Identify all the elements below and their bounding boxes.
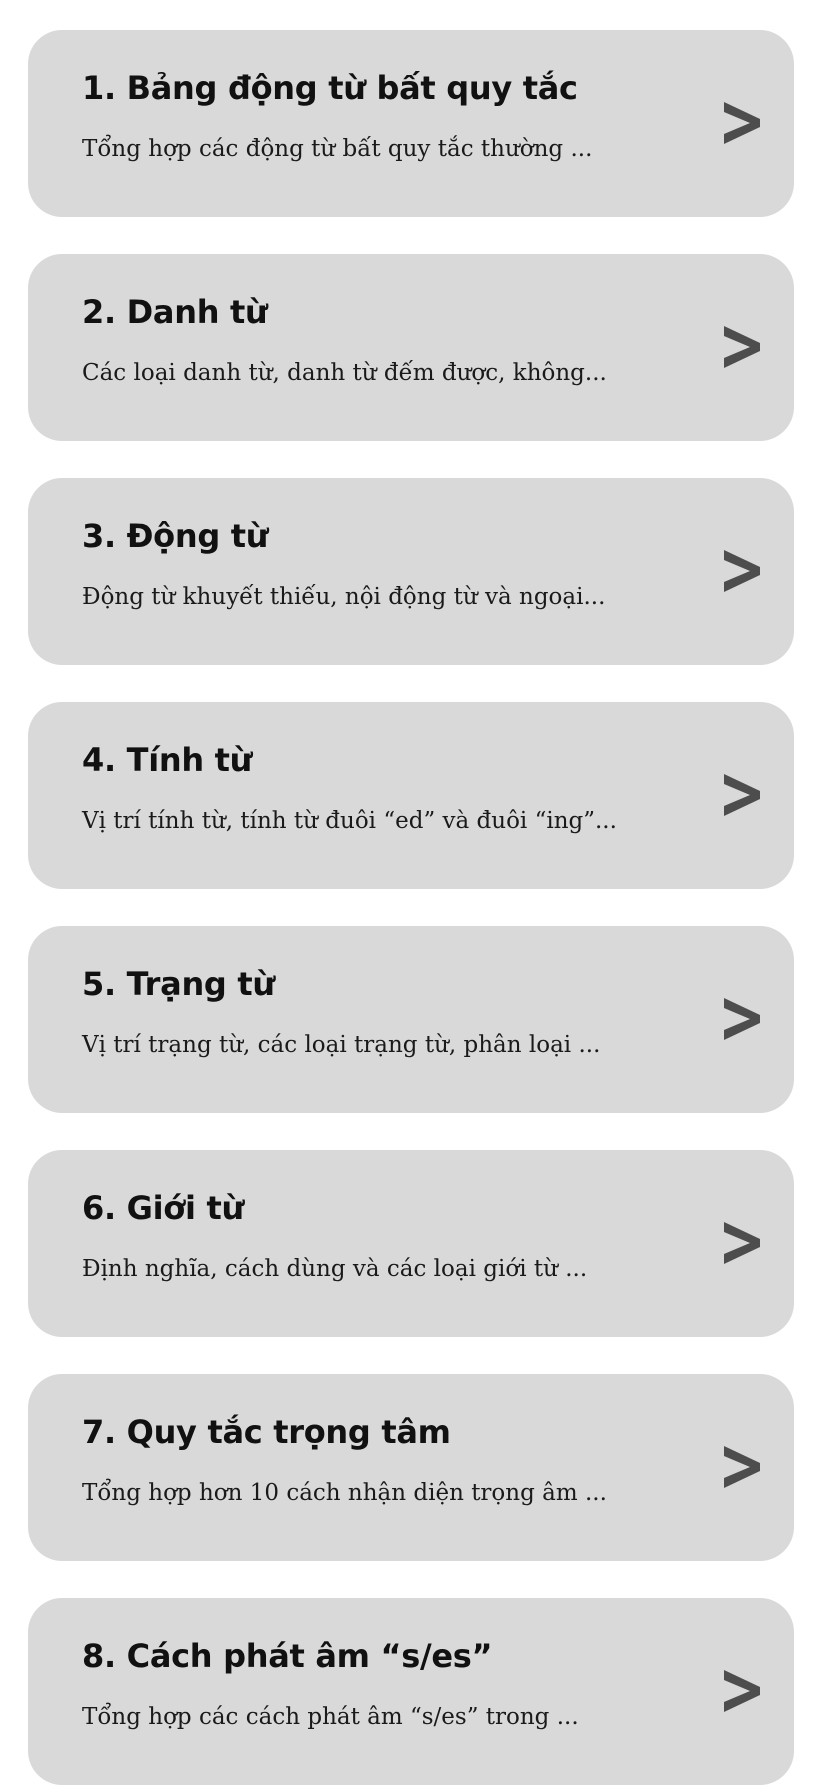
lesson-card-5[interactable]: 5. Trạng từ Vị trí trạng từ, các loại tr… — [28, 926, 794, 1113]
lesson-title: 5. Trạng từ — [82, 965, 275, 1003]
chevron-right-icon[interactable] — [720, 546, 764, 596]
lesson-description: Tổng hợp hơn 10 cách nhận diện trọng âm … — [82, 1480, 607, 1506]
lesson-description: Vị trí trạng từ, các loại trạng từ, phân… — [82, 1032, 601, 1058]
lesson-description: Tổng hợp các cách phát âm “s/es” trong .… — [82, 1704, 579, 1730]
lesson-list: 1. Bảng động từ bất quy tắc Tổng hợp các… — [0, 0, 824, 1785]
lesson-description: Vị trí tính từ, tính từ đuôi “ed” và đuô… — [82, 808, 617, 834]
lesson-card-1[interactable]: 1. Bảng động từ bất quy tắc Tổng hợp các… — [28, 30, 794, 217]
lesson-card-3[interactable]: 3. Động từ Động từ khuyết thiếu, nội độn… — [28, 478, 794, 665]
lesson-card-8[interactable]: 8. Cách phát âm “s/es” Tổng hợp các cách… — [28, 1598, 794, 1785]
chevron-right-icon[interactable] — [720, 98, 764, 148]
lesson-title: 8. Cách phát âm “s/es” — [82, 1637, 493, 1675]
lesson-description: Định nghĩa, cách dùng và các loại giới t… — [82, 1256, 588, 1282]
lesson-title: 3. Động từ — [82, 517, 269, 555]
chevron-right-icon[interactable] — [720, 770, 764, 820]
lesson-title: 7. Quy tắc trọng tâm — [82, 1413, 451, 1451]
chevron-right-icon[interactable] — [720, 994, 764, 1044]
lesson-card-4[interactable]: 4. Tính từ Vị trí tính từ, tính từ đuôi … — [28, 702, 794, 889]
lesson-description: Động từ khuyết thiếu, nội động từ và ngo… — [82, 584, 606, 610]
lesson-title: 2. Danh từ — [82, 293, 268, 331]
lesson-description: Tổng hợp các động từ bất quy tắc thường … — [82, 136, 593, 162]
chevron-right-icon[interactable] — [720, 1218, 764, 1268]
lesson-description: Các loại danh từ, danh từ đếm được, khôn… — [82, 360, 607, 386]
lesson-title: 1. Bảng động từ bất quy tắc — [82, 69, 578, 107]
chevron-right-icon[interactable] — [720, 1442, 764, 1492]
lesson-title: 4. Tính từ — [82, 741, 253, 779]
chevron-right-icon[interactable] — [720, 322, 764, 372]
lesson-title: 6. Giới từ — [82, 1189, 244, 1227]
lesson-card-6[interactable]: 6. Giới từ Định nghĩa, cách dùng và các … — [28, 1150, 794, 1337]
lesson-card-2[interactable]: 2. Danh từ Các loại danh từ, danh từ đếm… — [28, 254, 794, 441]
chevron-right-icon[interactable] — [720, 1666, 764, 1716]
lesson-card-7[interactable]: 7. Quy tắc trọng tâm Tổng hợp hơn 10 các… — [28, 1374, 794, 1561]
